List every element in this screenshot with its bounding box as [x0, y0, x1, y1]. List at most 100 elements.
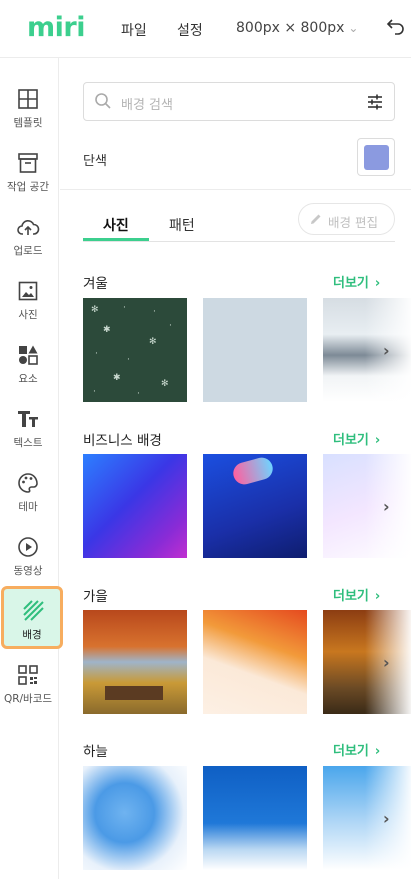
section-title-winter: 겨울: [83, 276, 108, 292]
solid-color-picker[interactable]: [357, 138, 395, 176]
pencil-icon: [311, 214, 321, 224]
thumbnail-business-1[interactable]: [83, 454, 187, 558]
sidebar-item-photos[interactable]: 사진: [0, 279, 56, 341]
thumbnail-row-sky: ›: [83, 766, 411, 870]
edit-background-label: 배경 편집: [328, 215, 378, 230]
image-icon: [18, 281, 38, 301]
abstract-blob: [230, 455, 276, 487]
sidebar-item-label: 동영상: [13, 565, 43, 577]
sidebar-item-background[interactable]: 배경: [1, 586, 63, 649]
bench-shape: [105, 686, 163, 700]
search-icon: [95, 93, 111, 109]
palette-icon: [18, 473, 38, 493]
chevron-right-icon[interactable]: ›: [383, 653, 397, 672]
background-hatch-icon: [23, 600, 44, 621]
snowflake-pattern: ✻ · · ✱ ✻ · · · ✱ ✻ · ·: [91, 303, 172, 399]
play-circle-icon: [18, 537, 38, 557]
thumbnail-autumn-2[interactable]: [203, 610, 307, 714]
more-label: 더보기: [333, 744, 369, 759]
chevron-right-icon[interactable]: ›: [383, 809, 397, 828]
app-logo[interactable]: miri: [27, 12, 85, 43]
chevron-down-icon: ⌄: [348, 21, 359, 35]
chevron-right-icon: ›: [374, 276, 381, 291]
thumbnail-winter-2[interactable]: [203, 298, 307, 402]
solid-color-label: 단색: [83, 154, 107, 169]
thumbnail-winter-1[interactable]: ✻ · · ✱ ✻ · · · ✱ ✻ · ·: [83, 298, 187, 402]
section-title-autumn: 가을: [83, 589, 108, 605]
canvas-size-select[interactable]: 800px × 800px ⌄: [236, 20, 358, 36]
sidebar-item-workspace[interactable]: 작업 공간: [0, 151, 56, 213]
cloud-upload-icon: [17, 220, 40, 235]
sidebar-item-label: 사진: [18, 309, 38, 321]
svg-text:✱: ✱: [113, 373, 121, 383]
menu-settings[interactable]: 설정: [177, 20, 203, 40]
thumbnail-row-autumn: ›: [83, 610, 411, 714]
svg-text:✻: ✻: [91, 305, 99, 315]
sidebar-item-upload[interactable]: 업로드: [0, 215, 56, 277]
archive-icon: [18, 153, 38, 173]
sidebar-item-label: 업로드: [13, 245, 43, 257]
thumbnail-row-business: ›: [83, 454, 411, 558]
more-winter-link[interactable]: 더보기 ›: [333, 272, 380, 291]
more-autumn-link[interactable]: 더보기 ›: [333, 585, 380, 604]
active-tab-indicator: [83, 238, 149, 241]
sidebar-item-label: 요소: [18, 373, 38, 385]
canvas-size-value: 800px × 800px: [236, 20, 345, 36]
thumbnail-autumn-1[interactable]: [83, 610, 187, 714]
more-sky-link[interactable]: 더보기 ›: [333, 740, 380, 759]
section-title-business: 비즈니스 배경: [83, 433, 162, 449]
svg-text:·: ·: [95, 349, 98, 359]
chevron-right-icon: ›: [374, 744, 381, 759]
tab-photos[interactable]: 사진: [103, 215, 129, 235]
chevron-right-icon: ›: [374, 589, 381, 604]
sidebar-item-theme[interactable]: 테마: [0, 471, 56, 533]
tab-patterns[interactable]: 패턴: [169, 215, 195, 235]
sidebar-item-label: 템플릿: [13, 117, 43, 129]
svg-text:·: ·: [137, 389, 140, 399]
menu-file[interactable]: 파일: [121, 20, 147, 40]
sidebar-item-label: QR/바코드: [3, 693, 53, 705]
sidebar-item-templates[interactable]: 템플릿: [0, 87, 56, 149]
section-title-sky: 하늘: [83, 744, 108, 760]
svg-text:✻: ✻: [149, 337, 157, 347]
background-search-field[interactable]: 배경 검색: [83, 82, 395, 121]
sidebar-item-label: 텍스트: [13, 437, 43, 449]
thumbnail-business-2[interactable]: [203, 454, 307, 558]
sidebar-item-qr[interactable]: QR/바코드: [0, 663, 56, 725]
sidebar-item-label: 작업 공간: [7, 181, 49, 193]
top-bar: miri 파일 설정 800px × 800px ⌄: [0, 0, 411, 58]
svg-text:·: ·: [169, 321, 172, 331]
background-tabs: 사진 패턴 배경 편집: [83, 200, 395, 242]
divider: [60, 189, 411, 190]
sidebar: 템플릿 작업 공간 업로드 사진 요소 텍스트 테마 동영상 배경 QR/바코드: [0, 58, 63, 879]
more-business-link[interactable]: 더보기 ›: [333, 429, 380, 448]
thumbnail-row-winter: ✻ · · ✱ ✻ · · · ✱ ✻ · · ›: [83, 298, 411, 402]
chevron-right-icon[interactable]: ›: [383, 497, 397, 516]
thumbnail-sky-1[interactable]: [83, 766, 187, 870]
solid-color-swatch: [364, 145, 389, 170]
more-label: 더보기: [333, 433, 369, 448]
sidebar-item-text[interactable]: 텍스트: [0, 407, 56, 469]
svg-text:·: ·: [127, 355, 130, 365]
shapes-icon: [19, 345, 38, 365]
filter-sliders-icon[interactable]: [366, 93, 384, 111]
thumbnail-sky-2[interactable]: [203, 766, 307, 870]
svg-text:✱: ✱: [103, 325, 111, 335]
more-label: 더보기: [333, 276, 369, 291]
svg-text:·: ·: [123, 303, 126, 313]
svg-text:·: ·: [93, 387, 96, 397]
undo-icon[interactable]: [386, 16, 406, 36]
sidebar-item-label: 배경: [22, 629, 42, 641]
text-icon: [18, 411, 38, 427]
search-placeholder: 배경 검색: [121, 98, 173, 113]
layout-icon: [18, 89, 38, 109]
qr-code-icon: [18, 665, 38, 685]
svg-text:✻: ✻: [161, 379, 169, 389]
edit-background-button[interactable]: 배경 편집: [298, 203, 395, 235]
sidebar-item-elements[interactable]: 요소: [0, 343, 56, 405]
more-label: 더보기: [333, 589, 369, 604]
chevron-right-icon: ›: [374, 433, 381, 448]
chevron-right-icon[interactable]: ›: [383, 341, 397, 360]
sidebar-item-label: 테마: [18, 501, 38, 513]
svg-text:·: ·: [153, 307, 156, 317]
